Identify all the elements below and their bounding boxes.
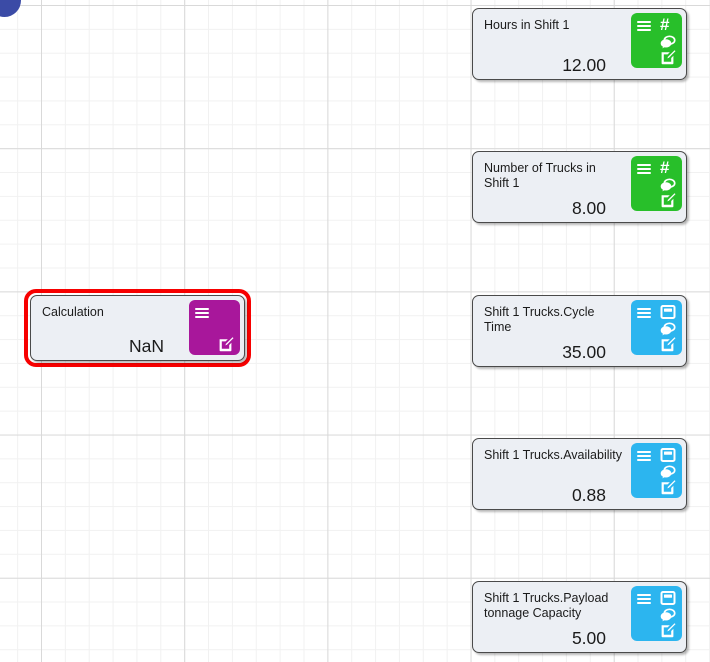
node-body: Shift 1 Trucks.Payload tonnage Capacity 5… [473,582,686,652]
node-value: 8.00 [571,198,606,218]
edit-pencil-icon[interactable] [660,479,676,495]
node-icon-panel[interactable] [189,300,240,355]
node-title: Hours in Shift 1 [484,18,570,32]
window-box-icon[interactable] [660,304,676,320]
comments-bubbles-icon[interactable] [660,607,676,623]
node-value: 35.00 [562,342,606,362]
node-card-shift-1-trucks-cycle-time[interactable]: Shift 1 Trucks.Cycle Time 35.00 [472,295,687,367]
window-box-icon[interactable] [660,447,676,463]
comments-bubbles-icon[interactable] [660,177,676,193]
node-title: Shift 1 Trucks.Payload tonnage Capacity [484,591,609,620]
node-icon-panel[interactable] [631,300,682,355]
edit-pencil-icon[interactable] [660,192,676,208]
canvas-corner-marker [0,0,21,17]
node-icon-panel[interactable] [631,586,682,641]
hamburger-menu-icon[interactable] [636,18,652,34]
node-value: 5.00 [571,628,606,648]
selected-node-wrapper[interactable]: Calculation NaN [24,289,251,367]
hash-number-icon[interactable]: # [660,16,676,33]
node-icon-panel[interactable] [631,443,682,498]
hash-number-icon[interactable]: # [660,159,676,176]
hamburger-menu-icon[interactable] [194,305,210,321]
hamburger-menu-icon[interactable] [636,161,652,177]
node-card-calculation[interactable]: Calculation NaN [30,295,245,361]
node-card-shift-1-trucks-payload-tonnage-capacity[interactable]: Shift 1 Trucks.Payload tonnage Capacity 5… [472,581,687,653]
node-body: Hours in Shift 1 12.00 # [473,9,686,79]
comments-bubbles-icon[interactable] [660,321,676,337]
node-title: Number of Trucks in Shift 1 [484,161,596,190]
node-body: Shift 1 Trucks.Availability 0.88 [473,439,686,509]
edit-pencil-icon[interactable] [218,336,234,352]
node-body: Number of Trucks in Shift 1 8.00 # [473,152,686,222]
node-card-hours-in-shift-1[interactable]: Hours in Shift 1 12.00 # [472,8,687,80]
node-title: Shift 1 Trucks.Cycle Time [484,305,595,334]
node-value: 12.00 [562,55,606,75]
edit-pencil-icon[interactable] [660,49,676,65]
node-icon-panel[interactable]: # [631,156,682,211]
node-title: Shift 1 Trucks.Availability [484,448,623,462]
comments-bubbles-icon[interactable] [660,464,676,480]
model-canvas[interactable]: Hours in Shift 1 12.00 # Number of Trucks i… [0,0,710,662]
hamburger-menu-icon[interactable] [636,591,652,607]
node-value: 0.88 [571,485,606,505]
node-body: Calculation NaN [31,296,244,360]
hamburger-menu-icon[interactable] [636,305,652,321]
hamburger-menu-icon[interactable] [636,448,652,464]
edit-pencil-icon[interactable] [660,622,676,638]
comments-bubbles-icon[interactable] [660,34,676,50]
node-icon-panel[interactable]: # [631,13,682,68]
code-brackets-icon[interactable] [218,304,234,320]
node-card-number-of-trucks-in-shift-1[interactable]: Number of Trucks in Shift 1 8.00 # [472,151,687,223]
node-body: Shift 1 Trucks.Cycle Time 35.00 [473,296,686,366]
node-title: Calculation [42,305,104,319]
node-value: NaN [128,336,164,356]
window-box-icon[interactable] [660,590,676,606]
edit-pencil-icon[interactable] [660,336,676,352]
node-card-shift-1-trucks-availability[interactable]: Shift 1 Trucks.Availability 0.88 [472,438,687,510]
